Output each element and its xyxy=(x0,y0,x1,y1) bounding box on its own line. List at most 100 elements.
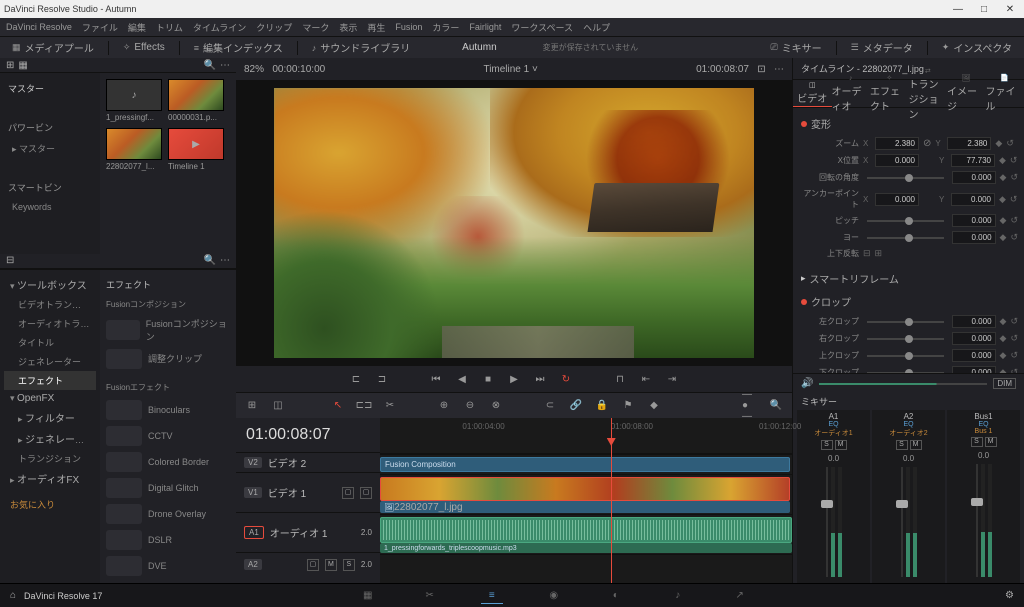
anchor-y-input[interactable] xyxy=(951,193,995,206)
solo-button[interactable]: S xyxy=(821,440,833,450)
fx-item[interactable]: Digital Glitch xyxy=(104,475,232,501)
home-icon[interactable]: ⌂ xyxy=(10,590,16,601)
effects-button[interactable]: ✧ Effects xyxy=(117,40,171,55)
timeline-ruler[interactable]: 01:00:04:00 01:00:08:00 01:00:12:00 xyxy=(380,418,792,454)
link-icon[interactable]: 🔗 xyxy=(568,398,584,414)
fx-item[interactable]: DSLR xyxy=(104,527,232,553)
clip-audio[interactable] xyxy=(380,517,792,543)
blade-tool-icon[interactable]: ✂ xyxy=(382,398,398,414)
inspector-button[interactable]: ✦ インスペクタ xyxy=(936,38,1018,57)
rotation-slider[interactable] xyxy=(867,177,944,179)
menu-item[interactable]: マーク xyxy=(302,21,329,34)
next-icon[interactable]: ⏭ xyxy=(531,370,549,388)
mixer-strip[interactable]: A1EQ オーディオ1 SM 0.0 xyxy=(797,410,870,583)
fx-cat[interactable]: ▸ フィルター xyxy=(4,407,96,428)
fx-cat[interactable]: トランジション xyxy=(4,449,96,468)
page-media-icon[interactable]: ▦ xyxy=(357,588,379,604)
pos-x-input[interactable] xyxy=(875,154,919,167)
menu-item[interactable]: ワークスペース xyxy=(511,21,573,34)
volume-icon[interactable]: 🔊 xyxy=(801,378,813,389)
timeline-title[interactable]: Timeline 1 xyxy=(483,64,529,75)
menu-item[interactable]: 編集 xyxy=(128,21,146,34)
crop-b-slider[interactable] xyxy=(867,372,944,374)
clip-thumb[interactable]: ♪1_pressingf... xyxy=(106,79,162,122)
trim-tool-icon[interactable]: ⊏⊐ xyxy=(356,398,372,414)
snap-icon[interactable]: ⊂ xyxy=(542,398,558,414)
crop-r-input[interactable] xyxy=(952,332,996,345)
select-tool-icon[interactable]: ↖ xyxy=(330,398,346,414)
menu-item[interactable]: ヘルプ xyxy=(583,21,610,34)
flag-icon[interactable]: ⚑ xyxy=(620,398,636,414)
track-header-v2[interactable]: V2ビデオ 2 xyxy=(236,452,380,472)
keyframe-icon[interactable]: ◆ xyxy=(995,138,1002,149)
goto-in-icon[interactable]: ⇤ xyxy=(637,370,655,388)
insp-tab-video[interactable]: ◫ビデオ xyxy=(793,80,832,107)
pitch-slider[interactable] xyxy=(867,220,944,222)
mixer-strip[interactable]: A2EQ オーディオ2 SM 0.0 xyxy=(872,410,945,583)
menu-item[interactable]: ファイル xyxy=(82,21,118,34)
maximize-button[interactable]: □ xyxy=(974,4,994,15)
metadata-button[interactable]: ☰ メタデータ xyxy=(845,38,919,57)
crop-t-slider[interactable] xyxy=(867,355,944,357)
fx-cat-audiofx[interactable]: ▸ オーディオFX xyxy=(4,468,96,489)
timeline-tracks[interactable]: 01:00:04:00 01:00:08:00 01:00:12:00 Fusi… xyxy=(380,418,792,583)
insp-section-crop[interactable]: クロップ xyxy=(799,290,1018,313)
insp-section-transform[interactable]: 変形 xyxy=(799,112,1018,135)
page-color-icon[interactable]: ◐ xyxy=(605,588,627,604)
mediapool-button[interactable]: ▦ メディアプール xyxy=(6,38,100,57)
insp-tab-trans[interactable]: ⇄トランジション xyxy=(909,80,948,107)
crop-b-input[interactable] xyxy=(952,366,996,373)
fx-cat[interactable]: ビデオトランジション xyxy=(4,295,96,314)
tl-view-icon[interactable]: ⊞ xyxy=(244,398,260,414)
insp-tab-image[interactable]: 🖼イメージ xyxy=(947,80,986,107)
menu-item[interactable]: カラー xyxy=(432,21,459,34)
fx-cat-openfx[interactable]: ▾ OpenFX xyxy=(4,390,96,407)
thumb-view-icon[interactable]: ▦ xyxy=(18,60,27,71)
play-icon[interactable]: ▶ xyxy=(505,370,523,388)
mute-button[interactable]: M xyxy=(835,440,847,450)
list-view-icon[interactable]: ⊞ xyxy=(6,60,14,71)
collapse-icon[interactable]: ⊟ xyxy=(6,255,14,266)
mark-in-icon[interactable]: ⊏ xyxy=(347,370,365,388)
menu-item[interactable]: 表示 xyxy=(339,21,357,34)
zoom-x-input[interactable] xyxy=(875,137,919,150)
search-icon[interactable]: 🔍 xyxy=(204,255,216,266)
menu-icon[interactable]: ⋯ xyxy=(220,60,230,71)
bin-master[interactable]: マスター xyxy=(4,79,96,98)
clip-thumb[interactable]: ▶Timeline 1 xyxy=(168,128,224,171)
track-header-a2[interactable]: A2 ▢MS 2.0 xyxy=(236,552,380,576)
editindex-button[interactable]: ≡ 編集インデックス xyxy=(188,38,289,57)
bin-smartbin[interactable]: スマートビン xyxy=(4,178,96,197)
track-lock-icon[interactable]: ▢ xyxy=(342,487,354,499)
overwrite-icon[interactable]: ⊖ xyxy=(462,398,478,414)
zoom-slider[interactable]: —●— xyxy=(742,398,758,414)
match-icon[interactable]: ⊓ xyxy=(611,370,629,388)
fader[interactable] xyxy=(976,464,978,577)
menu-item[interactable]: 再生 xyxy=(367,21,385,34)
page-deliver-icon[interactable]: ↗ xyxy=(729,588,751,604)
crop-l-slider[interactable] xyxy=(867,321,944,323)
flip-v-icon[interactable]: ⊟ xyxy=(863,248,871,259)
menu-item[interactable]: Fusion xyxy=(395,22,422,32)
zoom-y-input[interactable] xyxy=(947,137,991,150)
settings-icon[interactable]: ⚙ xyxy=(1005,590,1014,601)
page-edit-icon[interactable]: ≡ xyxy=(481,588,503,604)
page-fusion-icon[interactable]: ◉ xyxy=(543,588,565,604)
fx-item[interactable]: Colored Border xyxy=(104,449,232,475)
fx-cat-toolbox[interactable]: ▾ ツールボックス xyxy=(4,274,96,295)
page-cut-icon[interactable]: ✂ xyxy=(419,588,441,604)
crop-r-slider[interactable] xyxy=(867,338,944,340)
menu-item[interactable]: トリム xyxy=(156,21,183,34)
replace-icon[interactable]: ⊗ xyxy=(488,398,504,414)
marker-icon[interactable]: ◆ xyxy=(646,398,662,414)
lock-icon[interactable]: 🔒 xyxy=(594,398,610,414)
reset-icon[interactable]: ↺ xyxy=(1006,138,1014,149)
link-icon[interactable]: ⊘ xyxy=(923,138,931,149)
playhead[interactable] xyxy=(611,418,612,583)
prev-icon[interactable]: ⏮ xyxy=(427,370,445,388)
soundlib-button[interactable]: ♪ サウンドライブラリ xyxy=(306,38,417,57)
rotation-input[interactable] xyxy=(952,171,996,184)
mixer-strip[interactable]: Bus1EQ Bus 1 SM 0.0 xyxy=(947,410,1020,583)
fx-cat[interactable]: ▸ ジェネレーター xyxy=(4,428,96,449)
menu-item[interactable]: Fairlight xyxy=(469,22,501,32)
